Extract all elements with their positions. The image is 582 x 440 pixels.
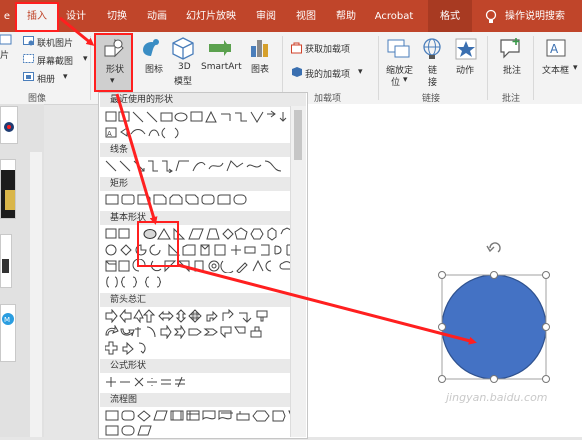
lightbulb-icon [484,0,498,32]
link-globe-icon [423,38,441,59]
basic-shapes-highlight-box [137,221,179,267]
tell-me-search[interactable]: 操作说明搜索 [505,0,579,32]
shape-row-basic[interactable] [105,243,301,257]
screenshot-icon [23,54,34,63]
action-button[interactable]: 动作 [456,63,474,76]
my-addins-button[interactable]: 我的加载项 [305,67,350,80]
group-label-links: 链接 [422,94,441,104]
gallery-scrollbar[interactable] [290,106,306,437]
slide-canvas[interactable]: jingyan.baidu.com [306,104,582,437]
tab-slideshow[interactable]: 幻灯片放映 [183,0,239,32]
category-rectangles: 矩形 [100,177,306,191]
slide-thumbnail[interactable]: M [0,304,16,362]
rotation-handle[interactable] [486,242,501,253]
slide-drawing [438,242,550,383]
svg-text:M: M [4,316,10,324]
screenshot-chevron-icon[interactable]: ▾ [83,54,88,64]
get-addins-button[interactable]: 获取加载项 [305,42,350,55]
link-label-line2[interactable]: 接 [428,75,437,88]
shape-row-recent[interactable] [105,110,301,124]
slide-thumbnail[interactable] [0,159,16,219]
my-addins-icon [292,67,302,77]
3d-model-icon [172,37,194,60]
textbox-chevron-icon[interactable]: ▾ [573,63,578,73]
tab-file[interactable]: e [0,0,14,32]
category-basic-shapes: 基本形状 [100,211,306,225]
svg-text:A: A [550,42,559,56]
slide-thumbnail[interactable] [0,106,18,144]
textbox-button[interactable]: 文本框 [542,63,569,76]
picture-button-label[interactable]: 片 [0,48,9,61]
tab-acrobat[interactable]: Acrobat [371,0,417,32]
zoom-icon [387,39,410,58]
comment-button[interactable]: 批注 [503,63,521,76]
3d-model-label-line2[interactable]: 模型 [174,74,192,87]
svg-text:A: A [107,130,112,138]
ribbon-separator [282,36,283,100]
category-flowchart: 流程图 [100,393,306,407]
slide-thumbnail[interactable] [0,234,12,288]
category-lines: 线条 [100,143,306,157]
screenshot-button[interactable]: 屏幕截图 [37,54,73,67]
shapes-gallery: 最近使用的形状 A 线条 矩形 基本形状 箭头总汇 公式形状 流程图 [98,92,308,439]
watermark: jingyan.baidu.com [446,391,548,404]
my-addins-chevron-icon[interactable]: ▾ [358,67,363,77]
online-picture-icon [23,36,34,46]
zoom-label-line2[interactable]: 位 [391,75,400,88]
shape-row-basic[interactable] [105,227,301,241]
album-icon [23,72,34,81]
category-recent: 最近使用的形状 [100,93,306,107]
shape-row-equation[interactable] [105,375,301,389]
tab-design[interactable]: 设计 [62,0,90,32]
ribbon-tab-bar: e 插入 设计 切换 动画 幻灯片放映 审阅 视图 帮助 Acrobat 格式 … [0,0,582,32]
shape-row-rectangles[interactable] [105,193,301,207]
chart-icon [251,40,268,57]
shape-row-recent[interactable]: A [105,126,301,140]
selected-circle-shape[interactable] [441,274,547,380]
picture-icon[interactable] [0,34,12,46]
shape-row-arrows[interactable] [105,341,301,355]
comment-icon [500,38,520,59]
zoom-chevron-icon[interactable]: ▾ [403,75,408,85]
tab-animations[interactable]: 动画 [143,0,171,32]
shape-row-basic[interactable] [105,275,301,289]
shape-row-arrows[interactable] [105,309,301,323]
shape-row-arrows[interactable] [105,325,301,339]
ribbon-separator [378,36,379,100]
smartart-button[interactable]: SmartArt [201,62,242,72]
icons-icon [143,39,159,56]
textbox-icon: A [546,39,566,57]
category-equation: 公式形状 [100,359,306,373]
store-icon [291,42,302,54]
gallery-scroll-thumb[interactable] [294,110,302,160]
group-label-comments: 批注 [502,94,521,104]
shapes-highlight-box [94,33,133,92]
group-label-images: 图像 [28,94,47,104]
tab-format[interactable]: 格式 [428,0,472,32]
tab-insert[interactable]: 插入 [15,2,59,32]
album-chevron-icon[interactable]: ▾ [63,72,68,82]
shape-row-basic[interactable] [105,259,301,273]
shape-row-lines[interactable] [105,159,301,173]
slide-thumbnails-pane: M [0,104,44,437]
category-arrows: 箭头总汇 [100,293,306,307]
online-picture-button[interactable]: 联机图片 [37,36,73,49]
3d-model-label-line1[interactable]: 3D [178,62,191,72]
tab-view[interactable]: 视图 [293,0,319,32]
thumbnails-scrollbar[interactable] [30,152,42,437]
action-star-icon [455,38,477,60]
ribbon-separator [90,36,91,100]
shape-row-flowchart[interactable] [105,409,301,423]
chart-button[interactable]: 图表 [251,62,269,75]
ribbon-separator [533,36,534,100]
tab-review[interactable]: 审阅 [253,0,279,32]
tab-help[interactable]: 帮助 [333,0,359,32]
tab-transitions[interactable]: 切换 [104,0,130,32]
album-button[interactable]: 相册 [37,72,55,85]
group-label-addins: 加载项 [314,94,342,104]
smartart-icon [209,40,231,56]
icons-button[interactable]: 图标 [145,62,163,75]
ribbon-separator [487,36,488,100]
